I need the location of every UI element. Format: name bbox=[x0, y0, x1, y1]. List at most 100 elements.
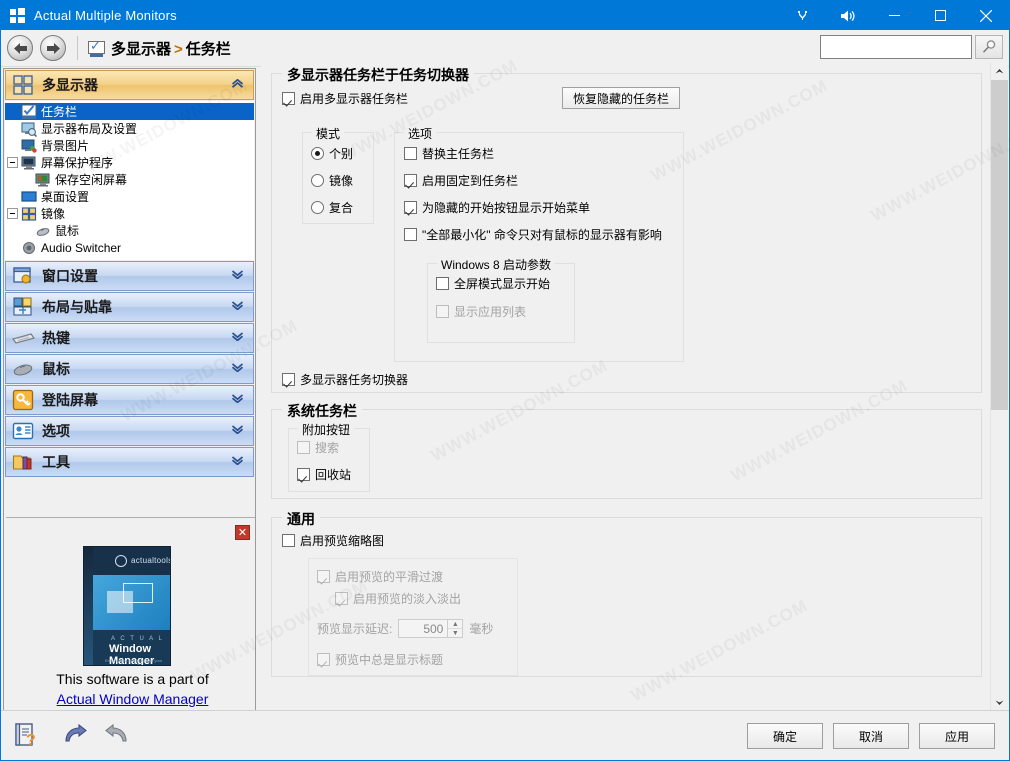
mode-radio-individual[interactable] bbox=[311, 147, 324, 160]
spin-down-icon[interactable]: ▼ bbox=[448, 629, 462, 637]
promo-link[interactable]: Actual Window Manager bbox=[6, 691, 255, 707]
keyboard-icon bbox=[12, 327, 35, 349]
sidebar-item-mirror[interactable]: 镜像 bbox=[5, 205, 254, 222]
mode-option-composite[interactable]: 复合 bbox=[311, 199, 353, 216]
enable-preview-thumbnails-row[interactable]: 启用预览缩略图 bbox=[282, 532, 384, 549]
extra-button-recycle-bin-checkbox[interactable] bbox=[297, 468, 310, 481]
sidebar-item-desktop[interactable]: 桌面设置 bbox=[5, 188, 254, 205]
sidebar-category-hotkeys[interactable]: 热键 bbox=[5, 323, 254, 353]
extra-button-recycle-bin[interactable]: 回收站 bbox=[297, 466, 351, 483]
preview-delay-value[interactable]: 500 bbox=[399, 620, 447, 637]
ok-button[interactable]: 确定 bbox=[747, 723, 823, 749]
spin-up-icon[interactable]: ▲ bbox=[448, 620, 463, 629]
breadcrumb-separator: > bbox=[174, 40, 183, 58]
multimonitor-task-switcher-row[interactable]: 多显示器任务切换器 bbox=[282, 371, 408, 388]
sidebar-item-mouse[interactable]: 鼠标 bbox=[5, 222, 254, 239]
chevron-down-icon[interactable] bbox=[231, 332, 244, 344]
preview-delay-stepper[interactable]: 500 ▲ ▼ bbox=[398, 619, 464, 638]
close-icon[interactable]: ✕ bbox=[235, 525, 250, 540]
speaker-icon bbox=[21, 240, 37, 256]
breadcrumb-root[interactable]: 多显示器 bbox=[111, 41, 171, 58]
restore-hidden-taskbars-button[interactable]: 恢复隐藏的任务栏 bbox=[562, 87, 680, 109]
apply-button[interactable]: 应用 bbox=[919, 723, 995, 749]
redo-arrow-icon[interactable] bbox=[103, 723, 129, 749]
sound-icon[interactable] bbox=[825, 1, 871, 30]
sidebar-category-multi-monitor[interactable]: 多显示器 bbox=[5, 70, 254, 100]
win8-fullscreen-start-checkbox[interactable] bbox=[436, 277, 449, 290]
chevron-down-icon[interactable] bbox=[231, 394, 244, 406]
promo-panel: ✕ actualtools A C T U A L Window Manager… bbox=[6, 517, 255, 710]
option-minimize-all-mouse-monitor[interactable]: "全部最小化" 命令只对有鼠标的显示器有影响 bbox=[404, 226, 662, 243]
sidebar-item-screensaver[interactable]: 屏幕保护程序 bbox=[5, 154, 254, 171]
minimize-button[interactable] bbox=[871, 1, 917, 30]
collapse-expander-icon[interactable] bbox=[7, 157, 18, 168]
app-logo-icon bbox=[10, 7, 26, 24]
sidebar-category-logon-screen[interactable]: 登陆屏幕 bbox=[5, 385, 254, 415]
option-show-start-menu-hidden-button-checkbox[interactable] bbox=[404, 201, 417, 214]
option-show-start-menu-hidden-button[interactable]: 为隐藏的开始按钮显示开始菜单 bbox=[404, 199, 590, 216]
vertical-scrollbar[interactable] bbox=[990, 63, 1008, 711]
application-window: Actual Multiple Monitors ✓ 多显示器 > 任务栏 多显… bbox=[0, 0, 1010, 761]
forward-arrow-icon[interactable] bbox=[40, 35, 66, 61]
multimonitor-task-switcher-checkbox[interactable] bbox=[282, 373, 295, 386]
sidebar-category-window-settings[interactable]: 窗口设置 bbox=[5, 261, 254, 291]
product-boxshot-image: actualtools A C T U A L Window Manager E… bbox=[83, 546, 171, 666]
scrollbar-thumb[interactable] bbox=[991, 80, 1008, 410]
chevron-down-icon[interactable] bbox=[231, 425, 244, 437]
sidebar-item-taskbar[interactable]: 任务栏 bbox=[5, 103, 254, 120]
collapse-expander-icon[interactable] bbox=[7, 208, 18, 219]
enable-multimonitor-taskbar-row[interactable]: 启用多显示器任务栏 bbox=[282, 90, 408, 107]
window-controls bbox=[779, 1, 1009, 30]
option-replace-main-taskbar[interactable]: 替换主任务栏 bbox=[404, 145, 494, 162]
mode-radio-composite[interactable] bbox=[311, 201, 324, 214]
enable-multimonitor-taskbar-checkbox[interactable] bbox=[282, 92, 295, 105]
boxshot-blurb: Enhance the productivity of your work an… bbox=[105, 658, 163, 665]
preview-smooth-transition-checkbox bbox=[317, 570, 330, 583]
chevron-down-icon[interactable] bbox=[231, 363, 244, 375]
win8-fullscreen-start[interactable]: 全屏模式显示开始 bbox=[436, 275, 550, 292]
search-input[interactable] bbox=[820, 35, 972, 59]
sidebar-category-mouse[interactable]: 鼠标 bbox=[5, 354, 254, 384]
option-replace-main-taskbar-checkbox[interactable] bbox=[404, 147, 417, 160]
option-enable-pin-to-taskbar-checkbox[interactable] bbox=[404, 174, 417, 187]
sidebar-category-label: 布局与贴靠 bbox=[42, 299, 112, 315]
scroll-up-icon[interactable] bbox=[991, 63, 1008, 80]
sidebar-category-tools[interactable]: 工具 bbox=[5, 447, 254, 477]
subgroup-options-title: 选项 bbox=[404, 125, 437, 142]
cancel-button[interactable]: 取消 bbox=[833, 723, 909, 749]
mode-option-individual[interactable]: 个别 bbox=[311, 145, 353, 162]
sidebar-item-wallpaper[interactable]: 背景图片 bbox=[5, 137, 254, 154]
sidebar-item-audio-switcher[interactable]: Audio Switcher bbox=[5, 239, 254, 256]
sidebar-item-monitor-layout[interactable]: 显示器布局及设置 bbox=[5, 120, 254, 137]
option-enable-pin-to-taskbar-label: 启用固定到任务栏 bbox=[422, 174, 519, 188]
mode-option-mirror[interactable]: 镜像 bbox=[311, 172, 353, 189]
chevron-up-icon[interactable] bbox=[231, 78, 244, 91]
sidebar-category-layout-snap[interactable]: 布局与贴靠 bbox=[5, 292, 254, 322]
chevron-down-icon[interactable] bbox=[231, 301, 244, 313]
sidebar-item-label: 背景图片 bbox=[41, 139, 90, 153]
option-enable-pin-to-taskbar[interactable]: 启用固定到任务栏 bbox=[404, 172, 518, 189]
help-book-icon[interactable]: ? bbox=[13, 722, 39, 751]
scroll-down-icon[interactable] bbox=[991, 694, 1008, 711]
preview-delay-spin-buttons[interactable]: ▲ ▼ bbox=[447, 620, 463, 637]
chevron-down-icon[interactable] bbox=[231, 270, 244, 282]
sidebar-item-idle-screen[interactable]: 保存空闲屏幕 bbox=[5, 171, 254, 188]
win8-show-app-list[interactable]: 显示应用列表 bbox=[436, 303, 526, 320]
sidebar-item-label: 镜像 bbox=[41, 207, 66, 221]
pin-icon[interactable] bbox=[779, 1, 825, 30]
mode-radio-mirror[interactable] bbox=[311, 174, 324, 187]
option-minimize-all-mouse-monitor-checkbox[interactable] bbox=[404, 228, 417, 241]
sidebar-category-options[interactable]: 选项 bbox=[5, 416, 254, 446]
maximize-button[interactable] bbox=[917, 1, 963, 30]
enable-preview-thumbnails-checkbox[interactable] bbox=[282, 534, 295, 547]
back-arrow-icon[interactable] bbox=[7, 35, 33, 61]
undo-arrow-icon[interactable] bbox=[63, 723, 89, 749]
subgroup-extra-buttons-title: 附加按钮 bbox=[298, 421, 355, 438]
layout-snap-icon bbox=[12, 296, 34, 318]
search-button[interactable] bbox=[975, 35, 1003, 59]
screensaver-icon bbox=[21, 155, 37, 171]
close-button[interactable] bbox=[963, 1, 1009, 30]
option-minimize-all-mouse-monitor-label: "全部最小化" 命令只对有鼠标的显示器有影响 bbox=[422, 228, 662, 242]
window-title: Actual Multiple Monitors bbox=[34, 8, 177, 23]
chevron-down-icon[interactable] bbox=[231, 456, 244, 468]
